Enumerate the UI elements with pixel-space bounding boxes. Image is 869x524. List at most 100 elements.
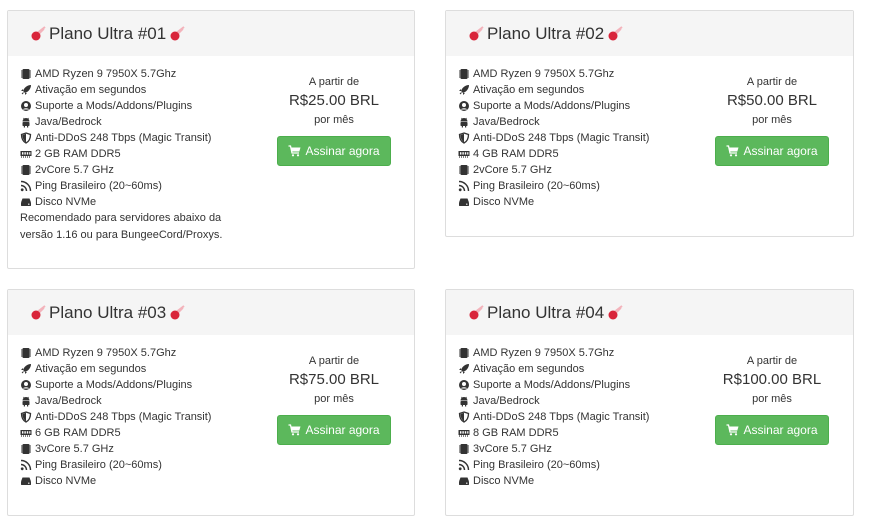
cpu-icon — [459, 348, 469, 358]
plan-card-header: Plano Ultra #04 — [446, 290, 853, 335]
feature-text: Disco NVMe — [35, 196, 97, 208]
memory-icon — [20, 151, 32, 158]
plan-card-body: AMD Ryzen 9 7950X 5.7Ghz Ativação em seg… — [446, 56, 853, 210]
comet-icon — [170, 25, 185, 40]
plan-card-4: Plano Ultra #04 AMD Ryzen 9 7950X 5.7Ghz… — [445, 289, 854, 516]
support-icon — [21, 101, 31, 111]
plan-note: Recomendado para servidores abaixo da ve… — [20, 212, 223, 241]
feature-text: AMD Ryzen 9 7950X 5.7Ghz — [35, 347, 177, 359]
plan-card-body: AMD Ryzen 9 7950X 5.7Ghz Ativação em seg… — [8, 56, 414, 244]
comet-icon — [31, 25, 46, 40]
support-icon — [459, 101, 469, 111]
feature-item: Disco NVMe — [20, 473, 414, 489]
plan-title: Plano Ultra #03 — [49, 302, 167, 322]
feature-text: Java/Bedrock — [473, 116, 540, 128]
feature-text: Java/Bedrock — [35, 395, 102, 407]
cart-icon — [726, 424, 739, 436]
price-value: R$50.00 BRL — [726, 92, 818, 109]
price-value: R$100.00 BRL — [722, 371, 822, 388]
feature-text: AMD Ryzen 9 7950X 5.7Ghz — [473, 68, 615, 80]
subscribe-button[interactable]: Assinar agora — [277, 415, 391, 445]
feature-item: Ping Brasileiro (20~60ms) — [20, 178, 414, 194]
plan-card-3: Plano Ultra #03 AMD Ryzen 9 7950X 5.7Ghz… — [7, 289, 415, 516]
shield-icon — [458, 411, 470, 423]
support-icon — [459, 380, 469, 390]
feature-text: Suporte a Mods/Addons/Plugins — [473, 100, 631, 112]
hdd-icon — [459, 477, 469, 485]
rocket-icon — [21, 364, 31, 374]
subscribe-button[interactable]: Assinar agora — [715, 415, 829, 445]
subscribe-button[interactable]: Assinar agora — [715, 136, 829, 166]
pricing-block: A partir de R$25.00 BRL por mês Assinar … — [269, 74, 399, 166]
memory-icon — [458, 430, 470, 437]
cart-icon — [288, 424, 301, 436]
feature-text: 2vCore 5.7 GHz — [473, 164, 552, 176]
support-icon — [21, 380, 31, 390]
feature-text: Ping Brasileiro (20~60ms) — [473, 459, 600, 471]
price-from-label: A partir de — [308, 355, 360, 367]
plan-card-2: Plano Ultra #02 AMD Ryzen 9 7950X 5.7Ghz… — [445, 10, 854, 237]
android-icon — [460, 117, 468, 128]
price-period: por mês — [314, 393, 354, 405]
shield-icon — [20, 132, 32, 144]
feature-text: Ativação em segundos — [473, 363, 585, 375]
plan-card-header: Plano Ultra #03 — [8, 290, 414, 335]
feature-text: Suporte a Mods/Addons/Plugins — [35, 100, 193, 112]
plan-card-header: Plano Ultra #01 — [8, 11, 414, 56]
hdd-icon — [21, 477, 31, 485]
plan-card-body: AMD Ryzen 9 7950X 5.7Ghz Ativação em seg… — [8, 335, 414, 489]
feature-text: 3vCore 5.7 GHz — [473, 443, 552, 455]
memory-icon — [458, 151, 470, 158]
feature-text: 3vCore 5.7 GHz — [35, 443, 114, 455]
cpu-icon — [459, 444, 469, 454]
feature-text: 6 GB RAM DDR5 — [35, 427, 121, 439]
comet-icon — [469, 25, 484, 40]
feature-text: Suporte a Mods/Addons/Plugins — [473, 379, 631, 391]
plan-title: Plano Ultra #01 — [49, 23, 167, 43]
feature-text: 4 GB RAM DDR5 — [473, 148, 559, 160]
plan-title: Plano Ultra #04 — [487, 302, 605, 322]
feature-text: Ping Brasileiro (20~60ms) — [35, 459, 162, 471]
cpu-icon — [459, 165, 469, 175]
cpu-icon — [21, 444, 31, 454]
subscribe-button-label: Assinar agora — [305, 144, 380, 158]
feature-text: Ativação em segundos — [35, 84, 147, 96]
feature-text: Java/Bedrock — [473, 395, 540, 407]
price-from-label: A partir de — [308, 76, 360, 88]
price-period: por mês — [752, 114, 792, 126]
subscribe-button-label: Assinar agora — [305, 423, 380, 437]
price-from-label: A partir de — [746, 355, 798, 367]
price-value: R$25.00 BRL — [288, 92, 380, 109]
subscribe-button[interactable]: Assinar agora — [277, 136, 391, 166]
shield-icon — [20, 411, 32, 423]
rss-icon — [20, 180, 32, 192]
comet-icon — [608, 25, 623, 40]
price-value: R$75.00 BRL — [288, 371, 380, 388]
price-period: por mês — [752, 393, 792, 405]
rss-icon — [20, 459, 32, 471]
comet-icon — [469, 304, 484, 319]
comet-icon — [31, 304, 46, 319]
feature-item: Disco NVMe — [458, 473, 853, 489]
feature-text: Ping Brasileiro (20~60ms) — [473, 180, 600, 192]
price-from-label: A partir de — [746, 76, 798, 88]
rss-icon — [458, 459, 470, 471]
plan-card-1: Plano Ultra #01 AMD Ryzen 9 7950X 5.7Ghz… — [7, 10, 415, 269]
rocket-icon — [21, 85, 31, 95]
android-icon — [460, 396, 468, 407]
cpu-icon — [459, 69, 469, 79]
feature-item: Disco NVMe — [20, 194, 414, 210]
hdd-icon — [459, 198, 469, 206]
feature-text: Java/Bedrock — [35, 116, 102, 128]
cpu-icon — [21, 69, 31, 79]
feature-text: Disco NVMe — [473, 196, 535, 208]
feature-text: Anti-DDoS 248 Tbps (Magic Transit) — [35, 132, 212, 144]
pricing-block: A partir de R$50.00 BRL por mês Assinar … — [707, 74, 837, 166]
feature-text: Anti-DDoS 248 Tbps (Magic Transit) — [35, 411, 212, 423]
shield-icon — [458, 132, 470, 144]
android-icon — [22, 396, 30, 407]
feature-text: AMD Ryzen 9 7950X 5.7Ghz — [473, 347, 615, 359]
feature-text: Ativação em segundos — [473, 84, 585, 96]
price-period: por mês — [314, 114, 354, 126]
feature-item: Ping Brasileiro (20~60ms) — [20, 457, 414, 473]
